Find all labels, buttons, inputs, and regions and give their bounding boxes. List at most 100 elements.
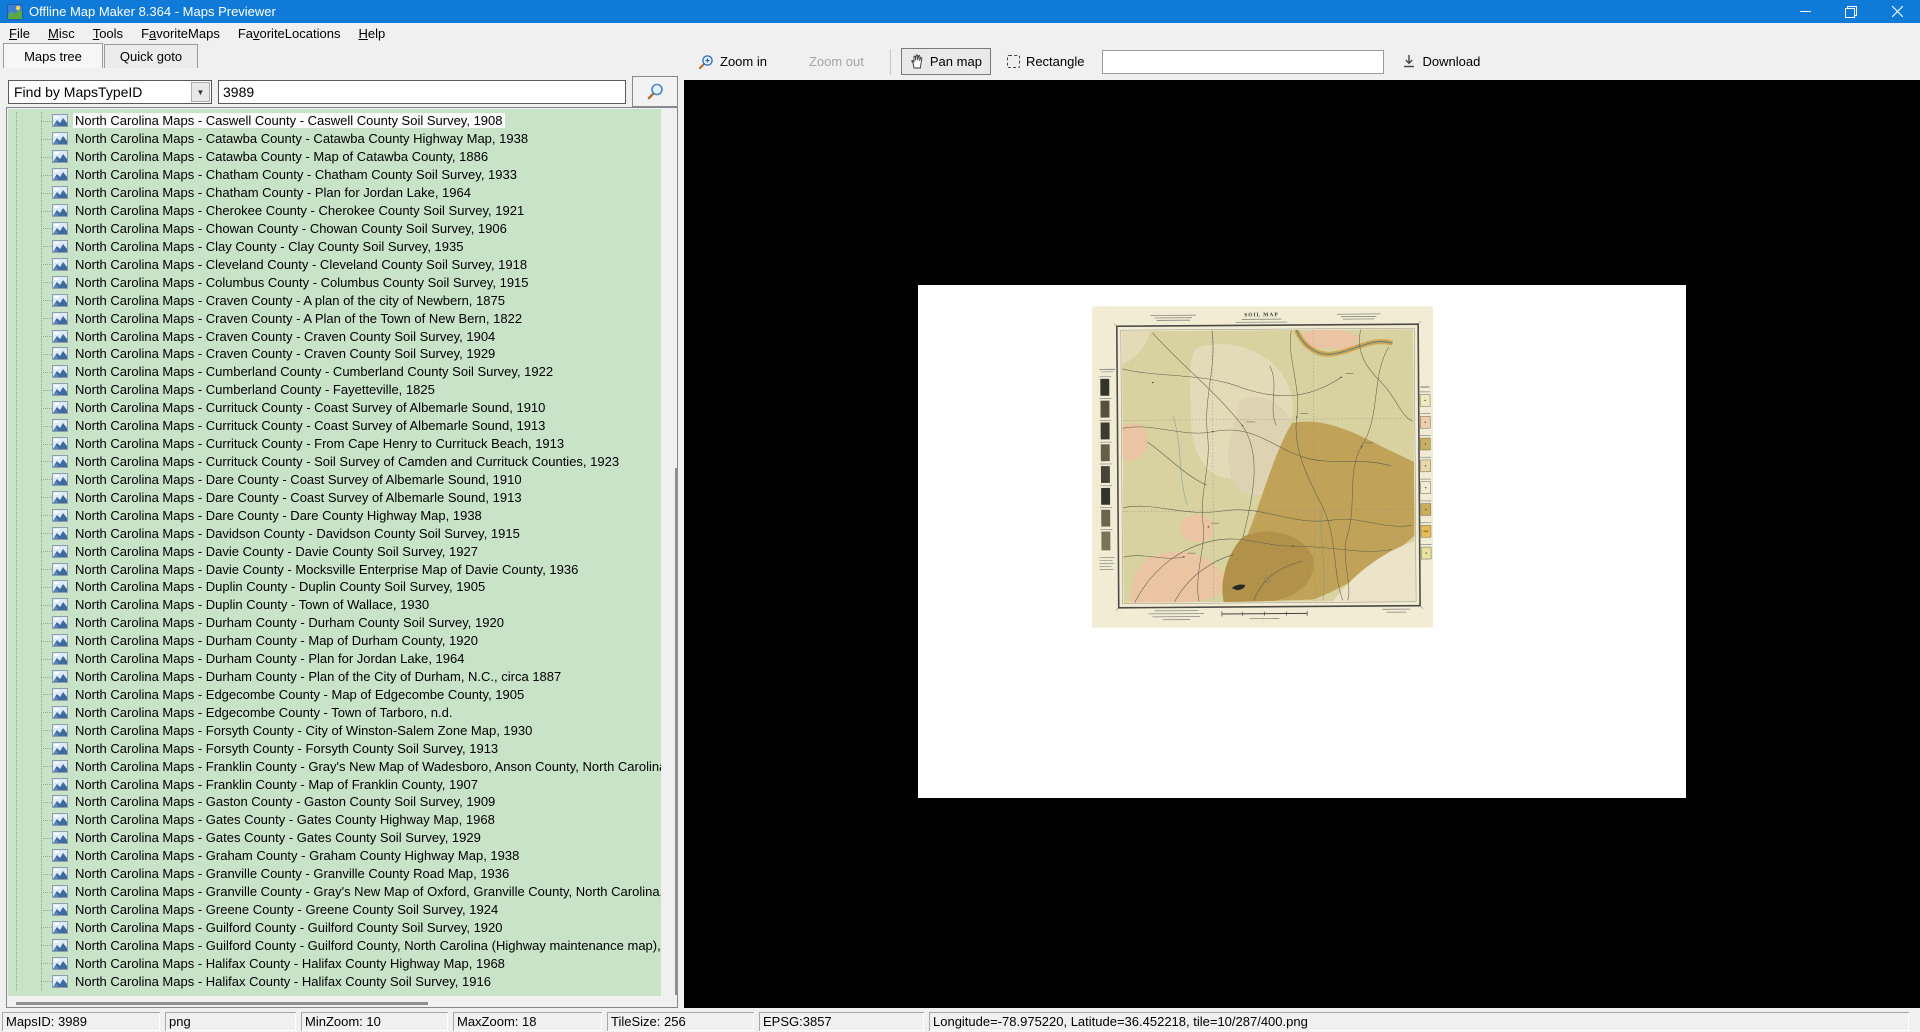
status-cell: Longitude=-78.975220, Latitude=36.452218…: [929, 1011, 1909, 1031]
search-button[interactable]: [632, 76, 678, 107]
find-mode-select[interactable]: Find by MapsTypeID ▼: [8, 80, 212, 104]
tree-item[interactable]: North Carolina Maps - Durham County - Pl…: [8, 668, 661, 686]
tree-item[interactable]: North Carolina Maps - Davie County - Dav…: [8, 542, 661, 560]
tree-item[interactable]: North Carolina Maps - Chowan County - Ch…: [8, 220, 661, 238]
map-thumbnail-icon: [52, 616, 68, 630]
tree-item-label: North Carolina Maps - Currituck County -…: [75, 453, 620, 469]
tree-item[interactable]: North Carolina Maps - Cherokee County - …: [8, 202, 661, 220]
title-bar: Offline Map Maker 8.364 - Maps Previewer: [0, 0, 1920, 23]
map-thumbnail-icon: [52, 275, 68, 289]
tree-item[interactable]: North Carolina Maps - Craven County - Cr…: [8, 327, 661, 345]
tree-item[interactable]: North Carolina Maps - Currituck County -…: [8, 399, 661, 417]
tree-item[interactable]: North Carolina Maps - Granville County -…: [8, 865, 661, 883]
tree-item[interactable]: North Carolina Maps - Halifax County - H…: [8, 972, 661, 990]
download-button[interactable]: Download: [1394, 49, 1488, 74]
menu-tools[interactable]: Tools: [84, 24, 132, 43]
pan-map-button[interactable]: Pan map: [900, 48, 991, 75]
tab-maps-tree[interactable]: Maps tree: [3, 43, 103, 68]
map-thumbnail-icon: [52, 508, 68, 522]
tree-item[interactable]: North Carolina Maps - Dare County - Coas…: [8, 470, 661, 488]
menu-favoritemaps[interactable]: FavoriteMaps: [132, 24, 229, 43]
map-thumbnail-icon: [52, 114, 68, 128]
tree-item-label: North Carolina Maps - Gaston County - Ga…: [75, 794, 496, 810]
zoom-in-button[interactable]: Zoom in: [690, 49, 775, 75]
tree-item[interactable]: North Carolina Maps - Chatham County - P…: [8, 184, 661, 202]
map-thumbnail-icon: [52, 867, 68, 881]
tree-item[interactable]: North Carolina Maps - Cumberland County …: [8, 381, 661, 399]
tree-item[interactable]: North Carolina Maps - Currituck County -…: [8, 453, 661, 471]
tree-item[interactable]: North Carolina Maps - Currituck County -…: [8, 417, 661, 435]
toolbar-address-input[interactable]: [1102, 49, 1385, 74]
tree-vertical-scrollbar[interactable]: [675, 468, 678, 995]
tree-item[interactable]: North Carolina Maps - Craven County - Cr…: [8, 345, 661, 363]
minimize-button[interactable]: [1782, 0, 1828, 23]
tree-item[interactable]: North Carolina Maps - Caswell County - C…: [8, 112, 661, 130]
tree-item[interactable]: North Carolina Maps - Franklin County - …: [8, 775, 661, 793]
status-cell: TileSize: 256: [607, 1011, 754, 1031]
restore-button[interactable]: [1828, 0, 1874, 23]
map-thumbnail-icon: [52, 974, 68, 988]
tree-item[interactable]: North Carolina Maps - Durham County - Du…: [8, 614, 661, 632]
tree-item-label: North Carolina Maps - Davie County - Dav…: [75, 543, 478, 559]
map-viewport[interactable]: SOIL MAP: [684, 80, 1920, 1008]
map-thumbnail-icon: [52, 186, 68, 200]
tree-item-label: North Carolina Maps - Currituck County -…: [75, 400, 546, 416]
tree-item[interactable]: North Carolina Maps - Franklin County - …: [8, 757, 661, 775]
tree-item[interactable]: North Carolina Maps - Davie County - Moc…: [8, 560, 661, 578]
tree-item[interactable]: North Carolina Maps - Craven County - A …: [8, 291, 661, 309]
tree-item[interactable]: North Carolina Maps - Cleveland County -…: [8, 255, 661, 273]
tree-item-label: North Carolina Maps - Guilford County - …: [75, 937, 661, 953]
map-thumbnail-icon: [52, 347, 68, 361]
tree-item[interactable]: North Carolina Maps - Granville County -…: [8, 883, 661, 901]
menu-favoritelocations[interactable]: FavoriteLocations: [229, 24, 350, 43]
map-thumbnail-icon: [52, 472, 68, 486]
tree-item-label: North Carolina Maps - Catawba County - C…: [75, 131, 529, 147]
menu-help[interactable]: Help: [349, 24, 394, 43]
tree-item[interactable]: North Carolina Maps - Dare County - Dare…: [8, 506, 661, 524]
tree-item[interactable]: North Carolina Maps - Halifax County - H…: [8, 954, 661, 972]
find-mode-value: Find by MapsTypeID: [14, 84, 143, 100]
tree-item[interactable]: North Carolina Maps - Clay County - Clay…: [8, 237, 661, 255]
rectangle-button[interactable]: Rectangle: [999, 49, 1093, 74]
tree-item[interactable]: North Carolina Maps - Durham County - Pl…: [8, 650, 661, 668]
menu-misc[interactable]: Misc: [39, 24, 84, 43]
tree-item[interactable]: North Carolina Maps - Durham County - Ma…: [8, 632, 661, 650]
map-thumbnail-icon: [52, 168, 68, 182]
map-thumbnail-icon: [52, 885, 68, 899]
search-input[interactable]: [218, 80, 626, 104]
tree-item[interactable]: North Carolina Maps - Catawba County - M…: [8, 148, 661, 166]
tree-horizontal-scrollbar[interactable]: [16, 1002, 428, 1005]
tree-item[interactable]: North Carolina Maps - Dare County - Coas…: [8, 488, 661, 506]
tree-item[interactable]: North Carolina Maps - Graham County - Gr…: [8, 847, 661, 865]
tree-item[interactable]: North Carolina Maps - Currituck County -…: [8, 435, 661, 453]
tree-item[interactable]: North Carolina Maps - Guilford County - …: [8, 936, 661, 954]
tree-item[interactable]: North Carolina Maps - Guilford County - …: [8, 918, 661, 936]
menu-file[interactable]: File: [0, 24, 39, 43]
tree-item-label: North Carolina Maps - Duplin County - Du…: [75, 579, 486, 595]
tree-item[interactable]: North Carolina Maps - Duplin County - To…: [8, 596, 661, 614]
chevron-down-icon[interactable]: ▼: [191, 82, 210, 102]
tree-item[interactable]: North Carolina Maps - Gaston County - Ga…: [8, 793, 661, 811]
tree-item[interactable]: North Carolina Maps - Duplin County - Du…: [8, 578, 661, 596]
tree-item[interactable]: North Carolina Maps - Gates County - Gat…: [8, 811, 661, 829]
tree-item[interactable]: North Carolina Maps - Greene County - Gr…: [8, 901, 661, 919]
tree-item[interactable]: North Carolina Maps - Gates County - Gat…: [8, 829, 661, 847]
tree-item[interactable]: North Carolina Maps - Davidson County - …: [8, 524, 661, 542]
map-thumbnail-icon: [52, 204, 68, 218]
tree-item-label: North Carolina Maps - Durham County - Pl…: [75, 669, 562, 685]
tree-item-label: North Carolina Maps - Greene County - Gr…: [75, 902, 499, 918]
map-thumbnail-icon: [52, 544, 68, 558]
tree-item[interactable]: North Carolina Maps - Craven County - A …: [8, 309, 661, 327]
tree-item[interactable]: North Carolina Maps - Forsyth County - F…: [8, 739, 661, 757]
status-cell: png: [165, 1011, 296, 1031]
tree-item[interactable]: North Carolina Maps - Cumberland County …: [8, 363, 661, 381]
tree-item[interactable]: North Carolina Maps - Edgecombe County -…: [8, 703, 661, 721]
tree-item-label: North Carolina Maps - Gates County - Gat…: [75, 830, 481, 846]
tree-item[interactable]: North Carolina Maps - Chatham County - C…: [8, 166, 661, 184]
close-button[interactable]: [1874, 0, 1920, 23]
tree-item[interactable]: North Carolina Maps - Columbus County - …: [8, 273, 661, 291]
tree-item[interactable]: North Carolina Maps - Edgecombe County -…: [8, 686, 661, 704]
tree-item[interactable]: North Carolina Maps - Catawba County - C…: [8, 130, 661, 148]
tab-quick-goto[interactable]: Quick goto: [104, 44, 198, 68]
tree-item[interactable]: North Carolina Maps - Forsyth County - C…: [8, 721, 661, 739]
